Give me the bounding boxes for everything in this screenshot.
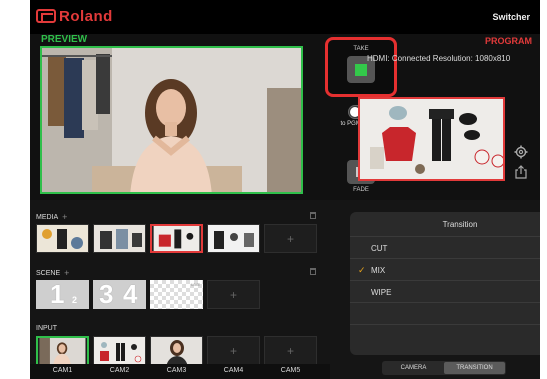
take-indicator-icon xyxy=(355,63,367,76)
transition-title: Transition xyxy=(442,220,478,229)
app-header: Roland Switcher xyxy=(30,0,540,34)
tab-transition[interactable]: TRANSITION xyxy=(444,362,505,374)
cam5-label: CAM5 xyxy=(280,367,301,374)
scene-tile-1[interactable]: 1 2 xyxy=(36,280,89,309)
brand-name: Roland xyxy=(59,7,113,25)
cam2-label: CAM2 xyxy=(109,367,130,374)
media-section-label: MEDIA + xyxy=(36,212,67,222)
cam3-tile[interactable] xyxy=(150,336,203,366)
transition-item-label: WIPE xyxy=(371,288,392,297)
media-tile[interactable] xyxy=(93,224,146,253)
media-tile[interactable] xyxy=(36,224,89,253)
roland-logo: Roland xyxy=(36,7,113,25)
add-slot-icon: + xyxy=(286,344,294,358)
media-tile-selected[interactable] xyxy=(150,224,203,253)
preview-label: PREVIEW xyxy=(41,34,88,45)
scene-lock-text: LIVE xyxy=(191,282,200,287)
media-trash-icon[interactable] xyxy=(310,212,316,219)
transition-panel: Transition CUT ✓ MIX › WIPE › xyxy=(350,212,540,355)
cam1-tile[interactable] xyxy=(36,336,89,366)
scene-number: 1 xyxy=(50,280,65,309)
scene-add-icon[interactable]: + xyxy=(64,268,69,278)
media-thumbnail xyxy=(208,225,259,252)
transition-item-empty xyxy=(350,302,540,324)
cam1-label: CAM1 xyxy=(52,367,73,374)
program-label: PROGRAM xyxy=(485,36,532,46)
media-thumbnail xyxy=(37,225,88,252)
media-label: MEDIA xyxy=(36,213,59,221)
input-section-label: INPUT xyxy=(36,325,57,332)
input-row: + + xyxy=(36,336,317,366)
take-label: TAKE xyxy=(353,46,369,52)
input-label: INPUT xyxy=(36,325,57,332)
transition-item-label: MIX xyxy=(371,266,386,275)
scene-tile-3[interactable]: 3 4 xyxy=(93,280,146,309)
hdmi-status: HDMI: Connected Resolution: 1080x810 xyxy=(367,54,511,63)
media-add-slot[interactable]: + xyxy=(264,224,317,253)
share-icon[interactable] xyxy=(515,165,527,179)
transition-item-wipe[interactable]: WIPE › xyxy=(350,280,540,302)
scene-trash-icon[interactable] xyxy=(310,268,316,275)
media-thumbnail xyxy=(153,226,200,251)
transition-item-mix[interactable]: ✓ MIX › xyxy=(350,258,540,280)
mode-title: Switcher xyxy=(492,12,530,22)
settings-gear-icon[interactable] xyxy=(514,145,528,159)
tab-camera[interactable]: CAMERA xyxy=(383,362,444,374)
scene-tile-empty[interactable]: LIVE xyxy=(150,280,203,309)
transition-item-cut[interactable]: CUT xyxy=(350,236,540,258)
transition-item-empty xyxy=(350,324,540,346)
add-slot-icon: + xyxy=(229,287,237,302)
cam4-label: CAM4 xyxy=(223,367,244,374)
cam3-thumbnail xyxy=(151,337,202,365)
cam4-tile[interactable]: + xyxy=(207,336,260,366)
media-tile[interactable] xyxy=(207,224,260,253)
media-thumbnail xyxy=(94,225,145,252)
switcher-app: Roland Switcher PREVIEW PROGRAM TAKE to … xyxy=(30,0,540,379)
scene-row: 1 2 3 4 LIVE + xyxy=(36,280,260,309)
add-slot-icon: + xyxy=(229,344,237,358)
cam5-tile[interactable]: + xyxy=(264,336,317,366)
cam3-label: CAM3 xyxy=(166,367,187,374)
fade-label: FADE xyxy=(353,187,369,193)
add-slot-icon: + xyxy=(286,231,294,246)
transition-item-label: CUT xyxy=(371,244,388,253)
program-image xyxy=(360,99,503,179)
media-add-icon[interactable]: + xyxy=(62,212,67,222)
checkmark-icon: ✓ xyxy=(358,265,366,275)
scene-label: SCENE xyxy=(36,269,61,277)
preview-image xyxy=(42,48,301,192)
roland-logo-icon xyxy=(36,9,56,23)
scene-section-label: SCENE + xyxy=(36,268,69,278)
scene-number: 4 xyxy=(123,280,138,309)
view-tabs: CAMERA TRANSITION xyxy=(382,361,506,375)
scene-number: 3 xyxy=(99,280,114,309)
cam1-thumbnail xyxy=(39,338,86,364)
cam2-thumbnail xyxy=(94,337,145,365)
media-row: + xyxy=(36,224,317,253)
cam2-tile[interactable] xyxy=(93,336,146,366)
scene-add-slot[interactable]: + xyxy=(207,280,260,309)
program-monitor[interactable] xyxy=(358,97,505,181)
scene-sub-number: 2 xyxy=(72,295,78,305)
preview-monitor[interactable] xyxy=(40,46,303,194)
